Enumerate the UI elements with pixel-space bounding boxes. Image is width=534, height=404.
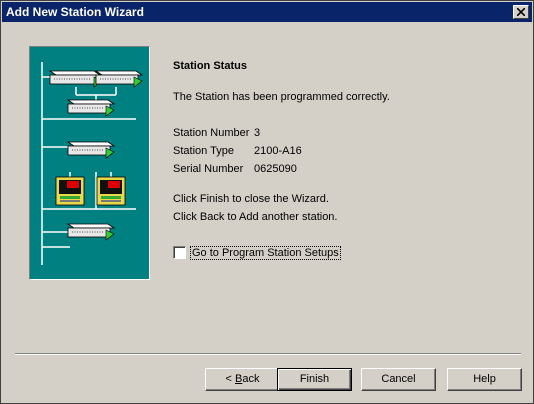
status-heading: Station Status — [173, 60, 247, 72]
network-diagram — [41, 62, 144, 265]
station-number-label: Station Number — [173, 127, 250, 139]
help-button[interactable]: Help — [447, 368, 522, 391]
program-setups-checkbox-label[interactable]: Go to Program Station Setups — [190, 246, 341, 260]
window-title: Add New Station Wizard — [6, 5, 144, 19]
cancel-button[interactable]: Cancel — [361, 368, 436, 391]
wizard-illustration — [29, 46, 150, 280]
station-type-label: Station Type — [173, 145, 234, 157]
station-number-value: 3 — [254, 127, 261, 139]
network-device-icon — [94, 70, 144, 88]
program-setups-checkbox[interactable] — [173, 246, 186, 259]
network-device-icon — [66, 99, 116, 117]
back-button-rest: ack — [242, 373, 260, 385]
title-bar: Add New Station Wizard — [2, 2, 532, 22]
network-device-icon — [48, 70, 103, 88]
back-button-prefix: < — [225, 373, 235, 385]
status-message: The Station has been programmed correctl… — [173, 91, 390, 103]
finish-hint: Click Finish to close the Wizard. — [173, 193, 329, 205]
controller-display-icon — [96, 176, 126, 206]
serial-number-value: 0625090 — [254, 163, 297, 175]
wizard-window: Add New Station Wizard Station Status Th… — [0, 0, 534, 404]
controller-display-icon — [55, 176, 85, 206]
close-button[interactable] — [513, 5, 529, 19]
back-button[interactable]: < Back — [205, 368, 280, 391]
finish-button[interactable]: Finish — [277, 368, 352, 391]
close-icon — [517, 8, 525, 16]
back-hint: Click Back to Add another station. — [173, 211, 338, 223]
station-type-value: 2100-A16 — [254, 145, 302, 157]
button-separator-highlight — [15, 354, 521, 355]
network-device-icon — [66, 223, 116, 241]
serial-number-label: Serial Number — [173, 163, 244, 175]
network-device-icon — [66, 141, 116, 159]
